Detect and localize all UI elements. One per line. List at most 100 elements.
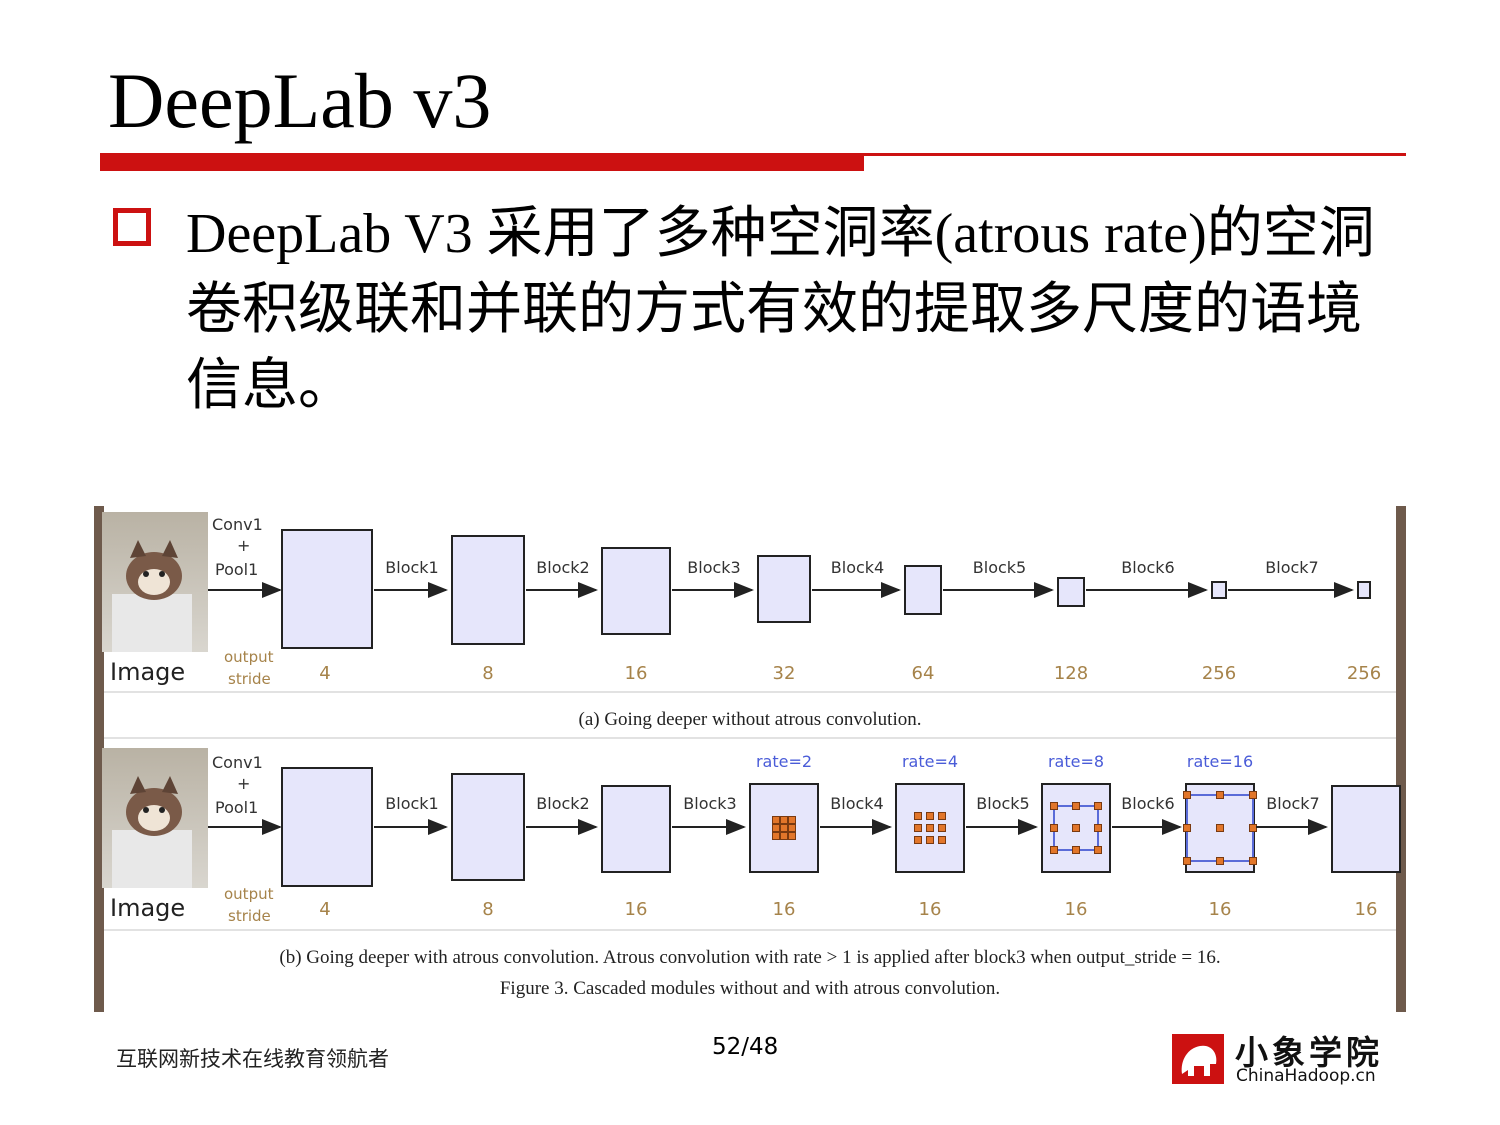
kernel-tap-b-6 — [1249, 857, 1257, 865]
stride-label-stride-b: stride — [228, 907, 271, 925]
block-label-b-2: Block2 — [536, 794, 589, 813]
block-label-a-5: Block5 — [973, 558, 1026, 577]
kernel-tap-b-5 — [1094, 824, 1102, 832]
kernel-tap-b-3 — [788, 816, 796, 824]
kernel-tap-b-5 — [1072, 802, 1080, 810]
rate-label-b-2: rate=4 — [902, 752, 958, 771]
kernel-tap-b-5 — [1072, 846, 1080, 854]
feature-map-a-7 — [1357, 581, 1371, 599]
kernel-tap-b-6 — [1249, 824, 1257, 832]
feature-map-b-2 — [601, 785, 671, 873]
kernel-tap-b-6 — [1249, 791, 1257, 799]
caption-a: (a) Going deeper without atrous convolut… — [579, 709, 922, 730]
feature-map-b-1 — [451, 773, 525, 881]
kernel-tap-b-3 — [780, 816, 788, 824]
kernel-tap-b-3 — [788, 832, 796, 840]
stride-label-output-a: output — [224, 648, 274, 666]
stem-label-conv1-b: Conv1 — [212, 753, 263, 772]
feature-map-a-3 — [757, 555, 811, 623]
kernel-tap-b-4 — [938, 836, 946, 844]
image-label-a: Image — [110, 658, 185, 686]
feature-map-a-6 — [1211, 581, 1227, 599]
kernel-tap-b-3 — [780, 824, 788, 832]
stem-label-pool1-a: Pool1 — [215, 560, 258, 579]
stride-value-b-5: 16 — [1065, 899, 1088, 920]
kernel-tap-b-6 — [1216, 824, 1224, 832]
title-rule-thick — [100, 155, 864, 171]
kernel-tap-b-5 — [1094, 846, 1102, 854]
block-label-b-5: Block5 — [976, 794, 1029, 813]
feature-map-a-1 — [451, 535, 525, 645]
feature-map-b-0 — [281, 767, 373, 887]
kernel-tap-b-5 — [1050, 824, 1058, 832]
figure-right-edge — [1396, 506, 1406, 1012]
block-label-b-1: Block1 — [385, 794, 438, 813]
caption-b: (b) Going deeper with atrous convolution… — [279, 947, 1220, 968]
stride-value-a-3: 32 — [773, 663, 796, 684]
stem-label-plus-a: + — [237, 536, 250, 555]
block-label-b-4: Block4 — [830, 794, 883, 813]
stride-value-b-2: 16 — [625, 899, 648, 920]
cat-image-b — [102, 748, 208, 888]
kernel-tap-b-5 — [1050, 802, 1058, 810]
kernel-tap-b-6 — [1183, 791, 1191, 799]
kernel-tap-b-4 — [914, 836, 922, 844]
kernel-tap-b-6 — [1183, 857, 1191, 865]
feature-map-a-0 — [281, 529, 373, 649]
stride-label-stride-a: stride — [228, 670, 271, 688]
block-label-a-4: Block4 — [831, 558, 884, 577]
figure-caption: Figure 3. Cascaded modules without and w… — [500, 978, 1000, 999]
bullet-square-icon — [113, 208, 151, 246]
block-label-b-3: Block3 — [683, 794, 736, 813]
kernel-tap-b-5 — [1072, 824, 1080, 832]
stride-value-a-7: 256 — [1347, 663, 1381, 684]
stride-value-b-1: 8 — [482, 899, 493, 920]
block-label-a-3: Block3 — [687, 558, 740, 577]
stride-value-b-4: 16 — [919, 899, 942, 920]
kernel-tap-b-6 — [1216, 791, 1224, 799]
kernel-tap-b-6 — [1216, 857, 1224, 865]
kernel-tap-b-5 — [1094, 802, 1102, 810]
stride-value-a-0: 4 — [319, 663, 330, 684]
kernel-tap-b-6 — [1183, 824, 1191, 832]
bullet-text: DeepLab V3 采用了多种空洞率(atrous rate)的空洞卷积级联和… — [186, 203, 1375, 417]
stride-value-a-2: 16 — [625, 663, 648, 684]
footer-slogan: 互联网新技术在线教育领航者 — [116, 1047, 389, 1071]
kernel-tap-b-3 — [780, 832, 788, 840]
rate-label-b-4: rate=16 — [1187, 752, 1253, 771]
block-label-a-6: Block6 — [1121, 558, 1174, 577]
kernel-tap-b-3 — [772, 824, 780, 832]
kernel-tap-b-3 — [772, 816, 780, 824]
rate-label-b-1: rate=2 — [756, 752, 812, 771]
stem-label-pool1-b: Pool1 — [215, 798, 258, 817]
kernel-tap-b-4 — [914, 824, 922, 832]
kernel-tap-b-5 — [1050, 846, 1058, 854]
kernel-tap-b-3 — [788, 824, 796, 832]
feature-map-a-5 — [1057, 577, 1085, 607]
stride-value-a-6: 256 — [1202, 663, 1236, 684]
stride-value-a-4: 64 — [912, 663, 935, 684]
block-label-a-1: Block1 — [385, 558, 438, 577]
kernel-tap-b-4 — [938, 812, 946, 820]
rate-label-b-3: rate=8 — [1048, 752, 1104, 771]
kernel-tap-b-4 — [926, 824, 934, 832]
page-number: 52/48 — [712, 1034, 779, 1060]
stride-value-b-0: 4 — [319, 899, 330, 920]
block-label-b-6: Block6 — [1121, 794, 1174, 813]
stem-label-conv1-a: Conv1 — [212, 515, 263, 534]
stride-value-b-7: 16 — [1355, 899, 1378, 920]
feature-map-b-7 — [1331, 785, 1401, 873]
stride-value-a-5: 128 — [1054, 663, 1088, 684]
logo-text-en: ChinaHadoop.cn — [1236, 1066, 1376, 1086]
feature-map-a-4 — [904, 565, 942, 615]
image-label-b: Image — [110, 894, 185, 922]
stem-label-plus-b: + — [237, 774, 250, 793]
kernel-tap-b-4 — [938, 824, 946, 832]
feature-map-a-2 — [601, 547, 671, 635]
deeplab-cascade-figure: Conv1 + Pool1 Image output stride 4 Block… — [94, 506, 1406, 1012]
block-label-b-7: Block7 — [1266, 794, 1319, 813]
stride-value-b-3: 16 — [773, 899, 796, 920]
kernel-tap-b-4 — [926, 836, 934, 844]
kernel-tap-b-4 — [914, 812, 922, 820]
stride-value-b-6: 16 — [1209, 899, 1232, 920]
